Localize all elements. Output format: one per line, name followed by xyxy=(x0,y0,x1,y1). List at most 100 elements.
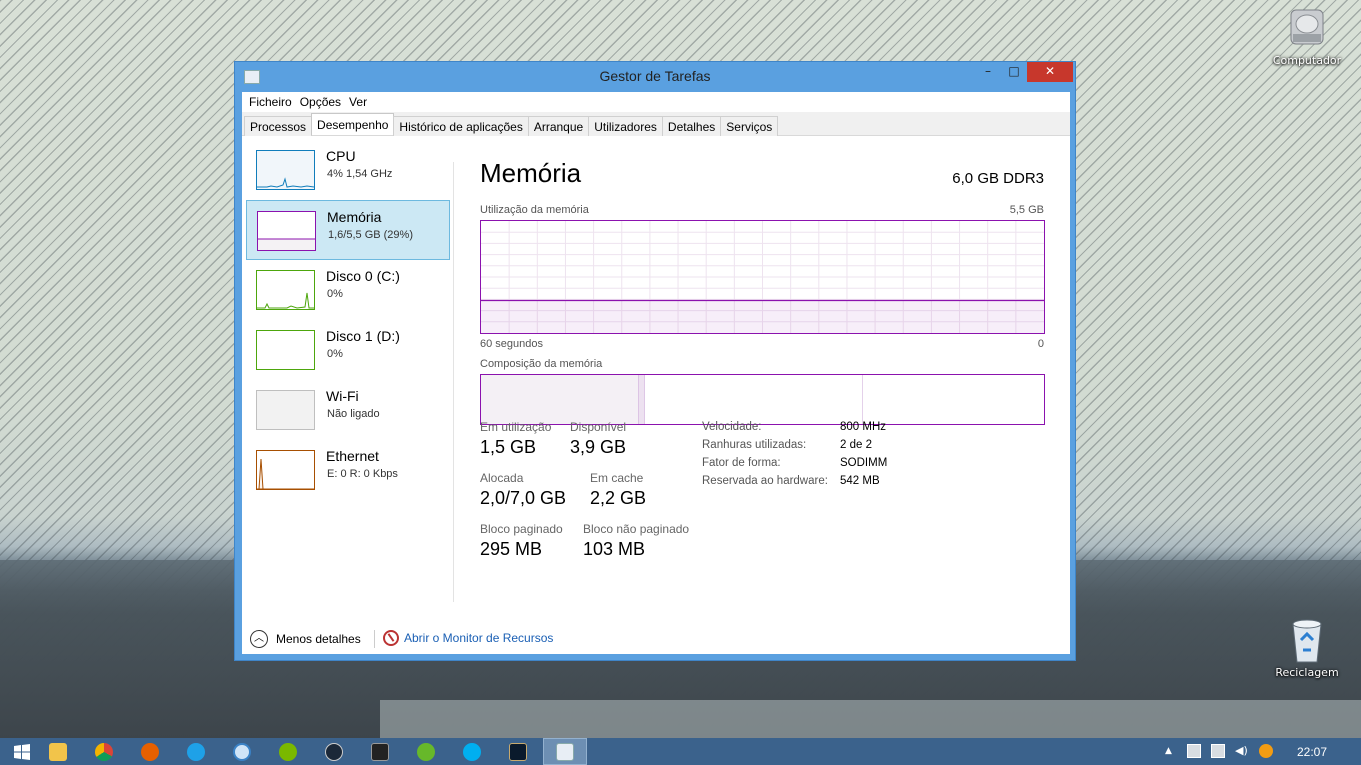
menu-ver[interactable]: Ver xyxy=(348,92,374,112)
less-details-button[interactable]: ︿ Menos detalhes xyxy=(250,630,361,648)
memory-usage-chart xyxy=(481,221,1044,333)
usage-graph-label: Utilização da memória xyxy=(480,204,589,216)
graph-axis-end: 0 xyxy=(1037,338,1044,350)
stat-value: 103 MB xyxy=(583,539,646,559)
taskbar-steam[interactable] xyxy=(312,738,356,765)
stat-value: 2,2 GB xyxy=(590,488,647,508)
taskbar-chrome[interactable] xyxy=(82,738,126,765)
volume-icon[interactable]: ◀) xyxy=(1235,744,1249,758)
background-road xyxy=(380,700,1361,738)
memory-composition-bar xyxy=(480,374,1045,425)
window-client: Ficheiro Opções Ver Processos Desempenho… xyxy=(242,92,1070,654)
stat-committed: Alocada 2,0/7,0 GB xyxy=(480,471,566,509)
tab-bar: Processos Desempenho Histórico de aplica… xyxy=(242,112,1070,136)
sidebar-item-disk1[interactable]: Disco 1 (D:) 0% xyxy=(246,320,450,380)
memory-thumbnail-graph xyxy=(257,211,316,251)
resource-monitor-link[interactable]: Abrir o Monitor de Recursos xyxy=(383,630,553,646)
terminal-icon xyxy=(371,742,389,761)
steam-icon xyxy=(325,742,343,761)
minimize-button[interactable]: – xyxy=(975,62,1001,82)
stat-label: Alocada xyxy=(480,471,524,485)
taskbar-utorrent[interactable] xyxy=(404,738,448,765)
stat-label: Em utilização xyxy=(480,420,552,434)
stat-value: 295 MB xyxy=(480,539,543,559)
tab-arranque[interactable]: Arranque xyxy=(527,116,590,136)
taskbar-spotify[interactable] xyxy=(266,738,310,765)
menu-bar: Ficheiro Opções Ver xyxy=(242,92,1070,112)
network-icon[interactable] xyxy=(1211,744,1225,758)
taskbar-task-manager[interactable] xyxy=(543,738,587,765)
sidebar-item-memory[interactable]: Memória 1,6/5,5 GB (29%) xyxy=(246,200,450,260)
detail-value: SODIMM xyxy=(840,457,888,469)
title-bar[interactable]: Gestor de Tarefas – □ ✕ xyxy=(235,62,1075,92)
desktop-icon-computer[interactable]: Computador xyxy=(1267,6,1347,67)
graph-axis-start: 60 segundos xyxy=(480,338,543,350)
desktop-icon-recycle-bin[interactable]: Reciclagem xyxy=(1267,618,1347,679)
sidebar-item-ethernet[interactable]: Ethernet E: 0 R: 0 Kbps xyxy=(246,440,450,500)
taskbar-itunes[interactable] xyxy=(220,738,264,765)
show-hidden-icons-icon[interactable]: ▲ xyxy=(1165,746,1179,760)
taskbar-skype[interactable] xyxy=(450,738,494,765)
hard-drive-icon xyxy=(1285,6,1329,50)
chevron-up-icon: ︿ xyxy=(250,630,268,648)
sidebar-item-name: Disco 0 (C:) xyxy=(326,268,400,284)
tab-servicos[interactable]: Serviços xyxy=(720,116,779,136)
clock[interactable]: 22:07 xyxy=(1297,745,1327,759)
task-manager-icon xyxy=(556,742,574,761)
resource-monitor-icon xyxy=(383,630,399,646)
detail-key: Ranhuras utilizadas: xyxy=(702,439,807,451)
taskbar-internet-explorer[interactable] xyxy=(174,738,218,765)
wifi-thumbnail-graph xyxy=(256,390,315,430)
tab-detalhes[interactable]: Detalhes xyxy=(661,116,722,136)
stat-available: Disponível 3,9 GB xyxy=(570,420,626,458)
sidebar-item-value: E: 0 R: 0 Kbps xyxy=(327,468,398,480)
recycle-bin-icon xyxy=(1285,618,1329,663)
tab-utilizadores[interactable]: Utilizadores xyxy=(588,116,663,136)
detail-key: Velocidade: xyxy=(702,421,762,433)
close-button[interactable]: ✕ xyxy=(1027,62,1073,82)
footer-divider xyxy=(374,630,375,648)
detail-key: Fator de forma: xyxy=(702,457,781,469)
sidebar-item-value: Não ligado xyxy=(327,408,380,420)
footer: ︿ Menos detalhes Abrir o Monitor de Recu… xyxy=(242,622,1070,654)
power-icon[interactable] xyxy=(1187,744,1201,758)
tab-historico[interactable]: Histórico de aplicações xyxy=(393,116,529,136)
tab-processos[interactable]: Processos xyxy=(244,116,313,136)
composition-segment xyxy=(644,375,863,424)
menu-opcoes[interactable]: Opções xyxy=(299,92,348,112)
stat-value: 3,9 GB xyxy=(570,437,627,457)
memory-type: 6,0 GB DDR3 xyxy=(952,170,1044,187)
composition-label: Composição da memória xyxy=(480,358,603,370)
sidebar-item-wifi[interactable]: Wi-Fi Não ligado xyxy=(246,380,450,440)
sidebar-item-value: 4% 1,54 GHz xyxy=(327,168,393,180)
stat-nonpaged-pool: Bloco não paginado 103 MB xyxy=(583,522,689,560)
taskbar-league-of-legends[interactable] xyxy=(496,738,540,765)
sidebar-item-cpu[interactable]: CPU 4% 1,54 GHz xyxy=(246,140,450,200)
cpu-thumbnail-graph xyxy=(256,150,315,190)
composition-segment xyxy=(481,375,639,424)
sidebar-item-name: Memória xyxy=(327,209,382,225)
chrome-icon xyxy=(95,742,113,761)
stat-value: 2,0/7,0 GB xyxy=(480,488,567,508)
ethernet-thumbnail-graph xyxy=(256,450,315,490)
maximize-button[interactable]: □ xyxy=(1001,62,1027,82)
taskbar-file-explorer[interactable] xyxy=(36,738,80,765)
stat-label: Disponível xyxy=(570,420,627,434)
itunes-icon xyxy=(233,742,251,761)
sidebar-item-value: 0% xyxy=(327,348,343,360)
taskbar-firefox[interactable] xyxy=(128,738,172,765)
taskbar-terminal[interactable] xyxy=(358,738,402,765)
sidebar-item-value: 1,6/5,5 GB (29%) xyxy=(328,229,413,241)
detail-value: 542 MB xyxy=(840,475,880,487)
resource-list: CPU 4% 1,54 GHz Memória 1,6/5,5 GB (29%)… xyxy=(246,140,452,600)
desktop-icon-label: Computador xyxy=(1272,54,1342,67)
tray-app-icon[interactable] xyxy=(1259,744,1273,758)
menu-ficheiro[interactable]: Ficheiro xyxy=(248,92,299,112)
spotify-icon xyxy=(279,742,297,761)
sidebar-item-name: CPU xyxy=(326,148,356,164)
desktop-icon-label: Reciclagem xyxy=(1275,666,1339,679)
internet-explorer-icon xyxy=(187,742,205,761)
sidebar-item-disk0[interactable]: Disco 0 (C:) 0% xyxy=(246,260,450,320)
usage-area xyxy=(481,300,1044,333)
tab-desempenho[interactable]: Desempenho xyxy=(311,113,395,135)
